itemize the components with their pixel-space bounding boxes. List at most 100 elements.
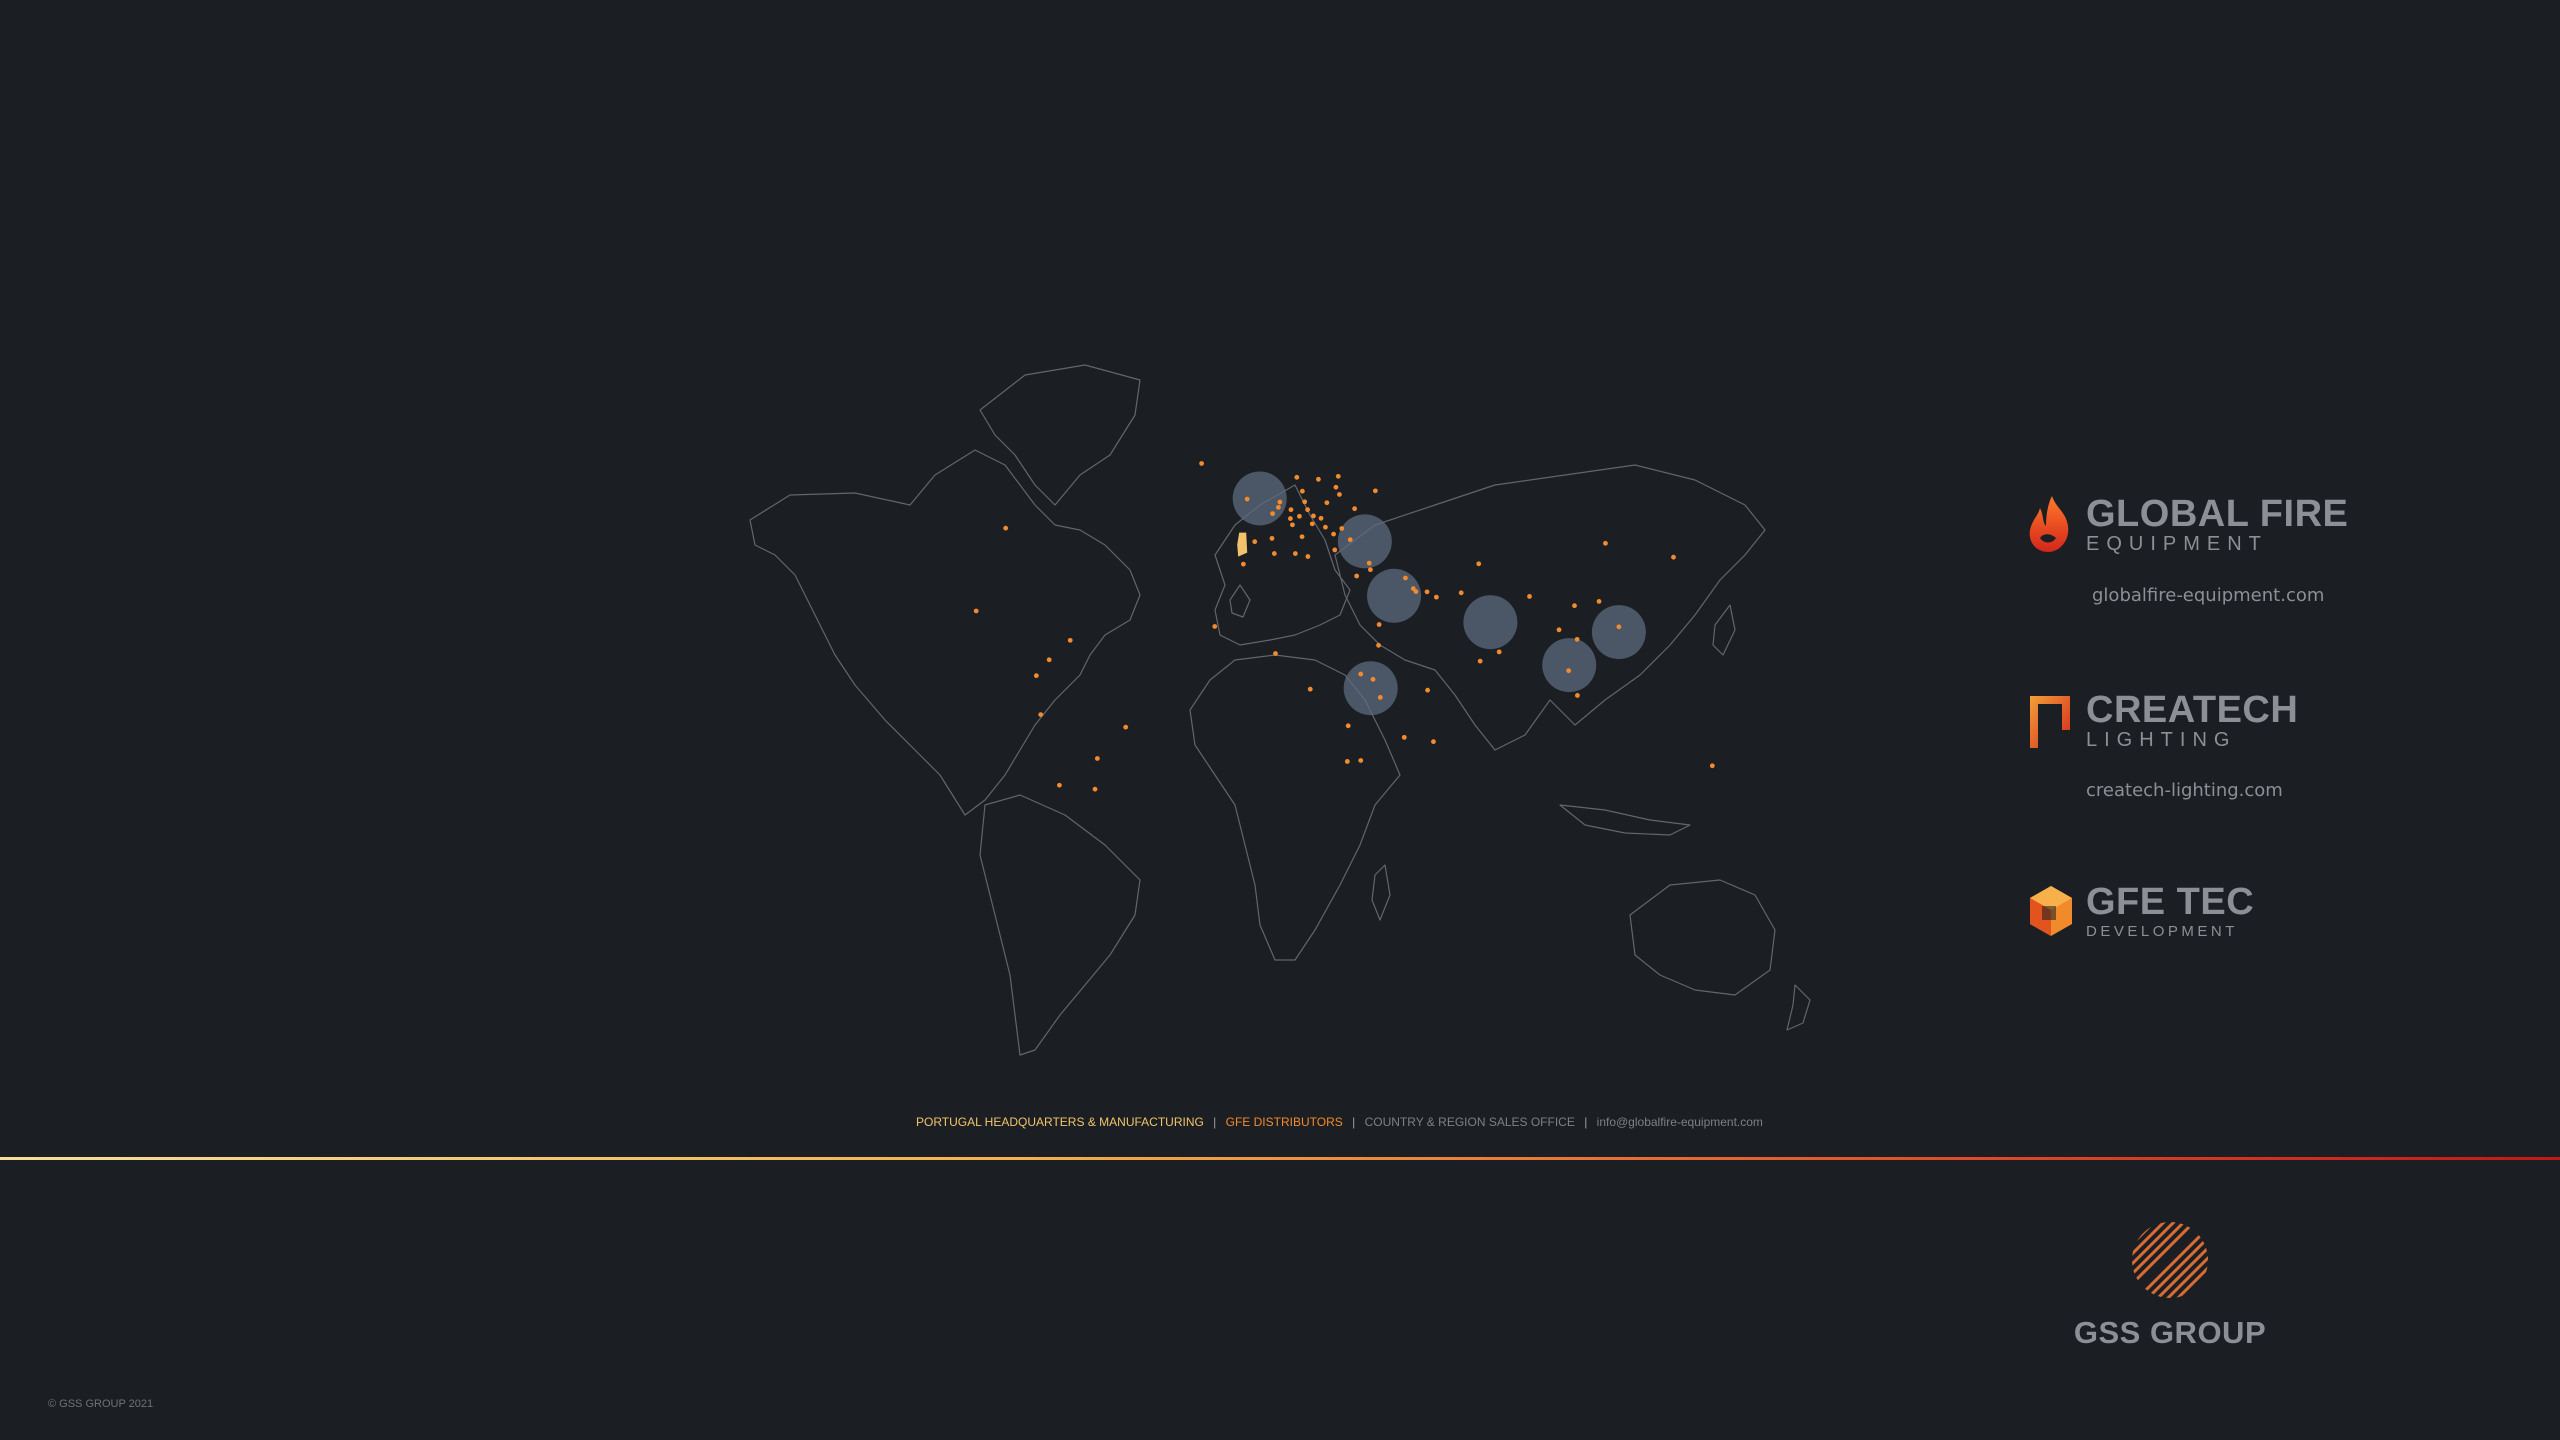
distributor-dot — [1354, 573, 1360, 579]
distributor-dot — [1309, 521, 1315, 527]
legend-distributors: GFE DISTRIBUTORS — [1225, 1115, 1343, 1129]
distributor-dot — [1410, 586, 1416, 591]
gss-globe-icon — [2132, 1222, 2208, 1298]
distributor-dot — [1307, 686, 1313, 692]
distributor-dot — [1358, 671, 1364, 677]
legend-separator: | — [1213, 1115, 1217, 1129]
distributor-dot — [1046, 657, 1052, 663]
distributor-dot — [1003, 525, 1009, 531]
distributor-dot — [1603, 540, 1608, 546]
legend-email[interactable]: info@globalfire-equipment.com — [1597, 1115, 1763, 1129]
sales-office-circle — [1337, 514, 1392, 569]
distributor-dot — [1477, 658, 1483, 664]
new-zealand-outline — [1786, 984, 1811, 1031]
distributor-dot — [1277, 499, 1283, 505]
distributor-dot — [1240, 561, 1246, 567]
distributor-dot — [1287, 516, 1293, 521]
copyright-notice: © GSS GROUP 2021 — [48, 1398, 154, 1410]
createch-icon — [2030, 696, 2070, 748]
gfetec-brand-name: GFE TEC — [2086, 881, 2255, 923]
sales-office-circle — [1367, 568, 1422, 623]
distributor-dot — [1671, 554, 1676, 560]
distributor-dot — [1575, 693, 1580, 698]
portugal-hq-marker — [1237, 532, 1248, 557]
createch-brand-sub: LIGHTING — [2086, 729, 2237, 751]
distributor-dot — [1271, 551, 1277, 556]
distributor-dot — [1556, 627, 1562, 633]
distributor-dot — [1431, 739, 1436, 745]
sales-office-circles — [1232, 471, 1646, 716]
south-america-outline — [979, 794, 1141, 1056]
distributor-dot — [1401, 734, 1407, 740]
distributor-dot — [1123, 724, 1129, 730]
madagascar-outline — [1371, 864, 1391, 921]
flame-icon — [2029, 496, 2069, 552]
distributor-dot — [1332, 547, 1338, 553]
distributor-dot — [1252, 539, 1258, 545]
distributor-dot — [1345, 723, 1351, 729]
createch-url-link[interactable]: createch-lighting.com — [2086, 780, 2283, 801]
distributor-dot — [1331, 531, 1336, 537]
distributor-dot — [1324, 500, 1330, 506]
distributor-dot — [1305, 507, 1311, 513]
distributor-dot — [1616, 624, 1622, 630]
japan-outline — [1712, 604, 1736, 656]
sales-office-circle — [1591, 605, 1646, 660]
distributor-dot — [1347, 537, 1353, 543]
distributor-dot — [1424, 589, 1430, 595]
gss-group-logo: GSS GROUP — [2070, 1218, 2270, 1351]
sales-office-circle — [1463, 595, 1518, 650]
distributor-dot — [1299, 488, 1305, 494]
distributor-dot — [1367, 567, 1373, 573]
distributor-dot — [1566, 668, 1572, 674]
gfetec-brand[interactable]: GFE TEC DEVELOPMENT — [2026, 882, 2254, 944]
world-map — [735, 355, 1825, 1075]
distributor-dot — [1352, 506, 1358, 512]
distributor-dot — [1033, 673, 1039, 679]
gfe-brand-name: GLOBAL FIRE — [2086, 493, 2349, 535]
distributor-dot — [1316, 476, 1321, 482]
sales-office-circle — [1542, 638, 1597, 693]
gfe-url-link[interactable]: globalfire-equipment.com — [2092, 585, 2324, 606]
greenland-outline — [979, 364, 1141, 506]
gss-group-name: GSS GROUP — [2073, 1315, 2267, 1350]
distributor-dot — [1092, 786, 1098, 792]
distributor-dot — [1212, 624, 1218, 629]
legend-separator: | — [1352, 1115, 1356, 1129]
distributor-dot — [1376, 642, 1381, 648]
gradient-divider — [0, 1157, 2560, 1160]
distributor-dot — [1335, 473, 1341, 479]
distributor-dot — [1323, 524, 1328, 530]
distributor-dot — [1294, 474, 1300, 480]
distributor-dot — [1572, 603, 1577, 609]
distributor-dot — [1244, 496, 1250, 502]
distributor-dot — [1269, 535, 1275, 541]
australia-outline — [1629, 879, 1776, 996]
distributor-dot — [1038, 712, 1044, 717]
distributor-dot — [1709, 763, 1715, 769]
sales-office-circle — [1343, 661, 1398, 716]
continent-outlines — [749, 364, 1811, 1056]
distributor-dot — [1344, 759, 1350, 764]
distributor-dot — [973, 608, 979, 614]
distributor-dot — [1302, 499, 1308, 505]
map-legend: PORTUGAL HEADQUARTERS & MANUFACTURING | … — [916, 1115, 1763, 1129]
distributor-dot — [1496, 649, 1502, 655]
legend-headquarters: PORTUGAL HEADQUARTERS & MANUFACTURING — [916, 1115, 1204, 1129]
distributor-dot — [1333, 484, 1339, 490]
distributor-dot — [1288, 507, 1294, 513]
legend-separator: | — [1584, 1115, 1588, 1129]
page: PORTUGAL HEADQUARTERS & MANUFACTURING | … — [0, 0, 2560, 1440]
distributor-dot — [1318, 515, 1324, 521]
createch-brand[interactable]: CREATECH LIGHTING — [2026, 690, 2298, 752]
distributor-dot — [1299, 534, 1305, 540]
cube-icon — [2030, 886, 2072, 936]
gfe-brand-sub: EQUIPMENT — [2086, 533, 2268, 555]
distributor-dot — [1199, 461, 1205, 466]
distributor-dot — [1270, 511, 1275, 517]
gfe-brand[interactable]: GLOBAL FIRE EQUIPMENT — [2026, 494, 2348, 556]
uk-outline — [1229, 584, 1251, 618]
distributor-dot — [1339, 526, 1345, 531]
distributor-dot — [1358, 758, 1364, 763]
distributor-dot — [1276, 504, 1281, 510]
